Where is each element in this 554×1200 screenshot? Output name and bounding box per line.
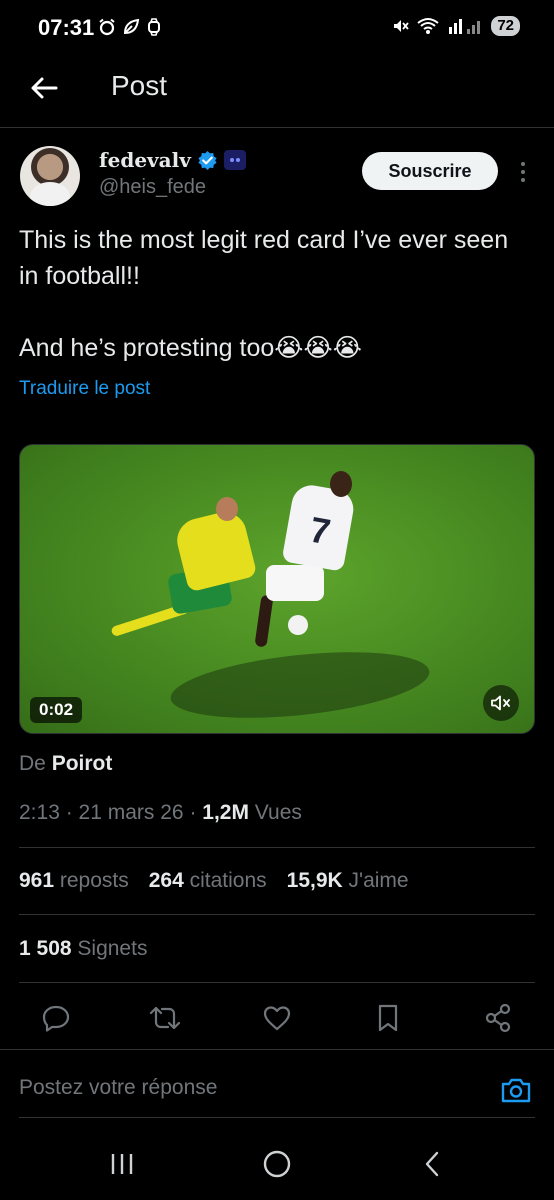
post-text: This is the most legit red card I’ve eve… (19, 222, 534, 366)
more-dot-icon (521, 178, 525, 182)
repost-icon (149, 1006, 181, 1030)
signal-icon (449, 19, 481, 34)
views-label: Vues (248, 801, 302, 824)
author-handle[interactable]: @heis_fede (99, 176, 246, 199)
recent-apps-icon (111, 1154, 133, 1174)
post-text-line: This is the most legit red card I’ve eve… (19, 226, 509, 290)
status-bar: 07:31 72 (0, 0, 554, 56)
author-block: fedevalv @heis_fede (99, 148, 246, 199)
divider (19, 847, 535, 848)
views-count[interactable]: 1,2M (202, 801, 249, 824)
heart-icon (263, 1006, 291, 1031)
mute-status-icon (394, 20, 410, 32)
page-title: Post (111, 70, 168, 101)
watch-icon (148, 18, 160, 36)
back-button[interactable] (24, 68, 64, 108)
page-header: Post (0, 56, 554, 128)
affiliation-badge-icon (223, 150, 246, 170)
home-button[interactable] (255, 1146, 299, 1182)
ball (288, 615, 308, 635)
home-icon (263, 1150, 291, 1178)
comment-icon (42, 1005, 70, 1032)
engagement-stats: 961 reposts 264 citations 15,9K J'aime (19, 869, 409, 893)
post-meta: 2:13 · 21 mars 26 · 1,2M Vues (19, 801, 302, 824)
camera-icon (501, 1078, 531, 1103)
system-navigation-bar (0, 1130, 554, 1200)
bookmark-icon (378, 1004, 398, 1032)
video-attribution: De Poirot (19, 752, 112, 776)
more-dot-icon (521, 162, 525, 166)
translate-link[interactable]: Traduire le post (19, 378, 150, 400)
video-duration: 0:02 (30, 697, 83, 723)
battery-indicator: 72 (491, 16, 520, 36)
post-date: 21 mars 26 (78, 801, 184, 824)
notification-icons (98, 18, 162, 36)
camera-button[interactable] (496, 1070, 536, 1110)
reply-underline (19, 1117, 535, 1118)
attribution-name[interactable]: Poirot (52, 752, 113, 775)
action-bar (0, 998, 554, 1042)
quotes-stat[interactable]: 264 citations (149, 869, 267, 893)
share-icon (485, 1003, 511, 1033)
volume-muted-icon (491, 695, 510, 711)
divider (19, 982, 535, 983)
more-dot-icon (521, 170, 525, 174)
author-name[interactable]: fedevalv (99, 148, 191, 172)
leaf-icon (123, 18, 140, 35)
reposts-stat[interactable]: 961 reposts (19, 869, 129, 893)
alarm-icon (99, 18, 115, 36)
mute-button[interactable] (483, 685, 519, 721)
share-button[interactable] (478, 998, 518, 1038)
arrow-left-icon (31, 77, 58, 99)
recent-apps-button[interactable] (100, 1146, 144, 1182)
player-figure (266, 565, 324, 601)
repost-button[interactable] (145, 998, 185, 1038)
more-options-button[interactable] (512, 158, 534, 186)
likes-stat[interactable]: 15,9K J'aime (287, 869, 409, 893)
reply-bar (0, 1049, 554, 1129)
verified-badge-icon (198, 150, 217, 170)
player-figure (254, 594, 274, 648)
post-time: 2:13 (19, 801, 60, 824)
bookmarks-stat[interactable]: 1 508 Signets (19, 937, 147, 961)
status-time: 07:31 (38, 15, 95, 40)
divider (19, 914, 535, 915)
system-back-button[interactable] (410, 1146, 454, 1182)
reply-button[interactable] (36, 998, 76, 1038)
reply-input[interactable] (19, 1076, 479, 1100)
post-text-line: And he’s protesting too😭😭😭 (19, 334, 362, 362)
system-icons: 72 (391, 16, 520, 36)
video-player[interactable]: 7 0:02 (19, 444, 535, 734)
bookmark-button[interactable] (368, 998, 408, 1038)
attribution-prefix: De (19, 752, 46, 775)
wifi-icon (417, 18, 439, 34)
chevron-left-icon (425, 1151, 439, 1177)
player-figure (216, 497, 238, 521)
like-button[interactable] (257, 998, 297, 1038)
player-figure (330, 471, 352, 497)
avatar[interactable] (20, 146, 80, 206)
subscribe-button[interactable]: Souscrire (362, 152, 498, 190)
